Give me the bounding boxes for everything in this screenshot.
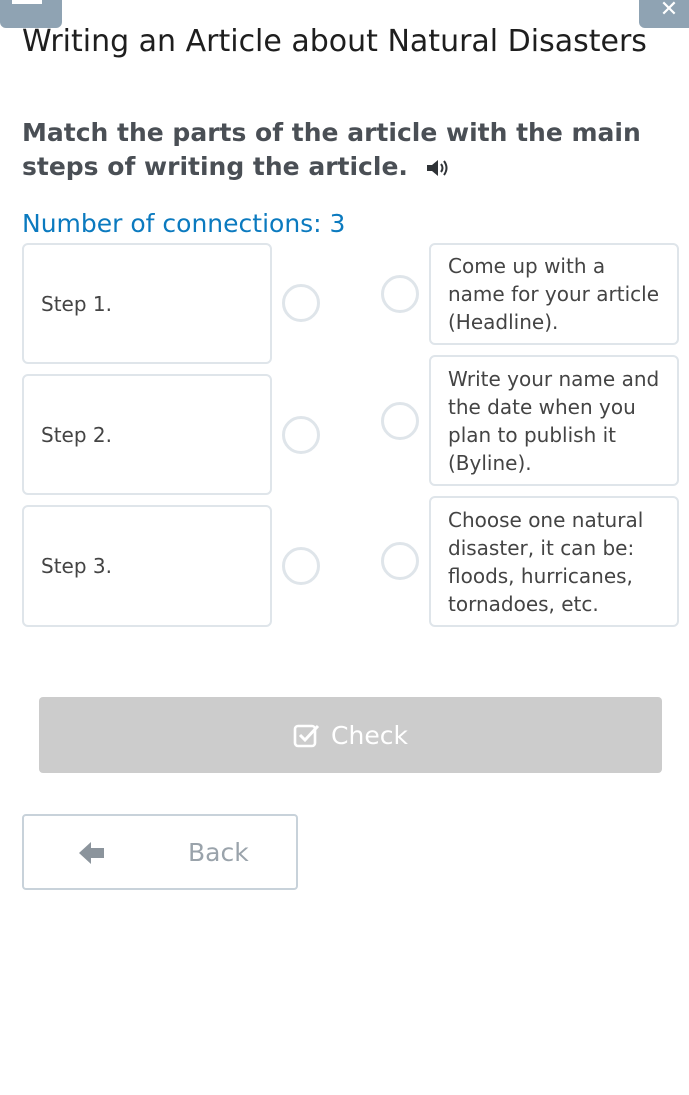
- menu-icon: [12, 0, 42, 4]
- left-card-step-2[interactable]: Step 2.: [22, 374, 272, 495]
- check-button-label: Check: [331, 720, 408, 750]
- back-button[interactable]: Back: [22, 814, 298, 890]
- right-card-byline[interactable]: Write your name and the date when you pl…: [429, 355, 679, 486]
- left-connector-2[interactable]: [282, 416, 320, 454]
- right-card-label: Choose one natural disaster, it can be: …: [448, 507, 644, 616]
- task-text: Match the parts of the article with the …: [22, 118, 641, 181]
- left-card-label: Step 1.: [41, 291, 112, 316]
- left-card-label: Step 2.: [41, 422, 112, 447]
- right-card-headline[interactable]: Come up with a name for your article (He…: [429, 243, 679, 345]
- right-card-label: Write your name and the date when you pl…: [448, 366, 660, 475]
- page-title: Writing an Article about Natural Disaste…: [22, 24, 647, 59]
- exercise-page: ✕ Writing an Article about Natural Disas…: [0, 0, 689, 1095]
- left-card-step-3[interactable]: Step 3.: [22, 505, 272, 627]
- connections-count: Number of connections: 3: [22, 209, 346, 238]
- speaker-icon[interactable]: [425, 157, 451, 179]
- check-button[interactable]: Check: [39, 697, 662, 773]
- left-card-label: Step 3.: [41, 554, 112, 578]
- right-connector-1[interactable]: [381, 275, 419, 313]
- left-card-step-1[interactable]: Step 1.: [22, 243, 272, 364]
- left-connector-1[interactable]: [282, 284, 320, 322]
- back-button-label: Back: [188, 838, 249, 867]
- task-instruction: Match the parts of the article with the …: [22, 116, 687, 184]
- right-connector-2[interactable]: [381, 402, 419, 440]
- right-card-disaster[interactable]: Choose one natural disaster, it can be: …: [429, 496, 679, 627]
- close-icon: ✕: [659, 0, 679, 22]
- right-connector-3[interactable]: [381, 542, 419, 580]
- arrow-left-icon: [79, 842, 104, 864]
- left-connector-3[interactable]: [282, 547, 320, 585]
- right-card-label: Come up with a name for your article (He…: [448, 254, 659, 334]
- checkbox-check-icon: [293, 724, 320, 748]
